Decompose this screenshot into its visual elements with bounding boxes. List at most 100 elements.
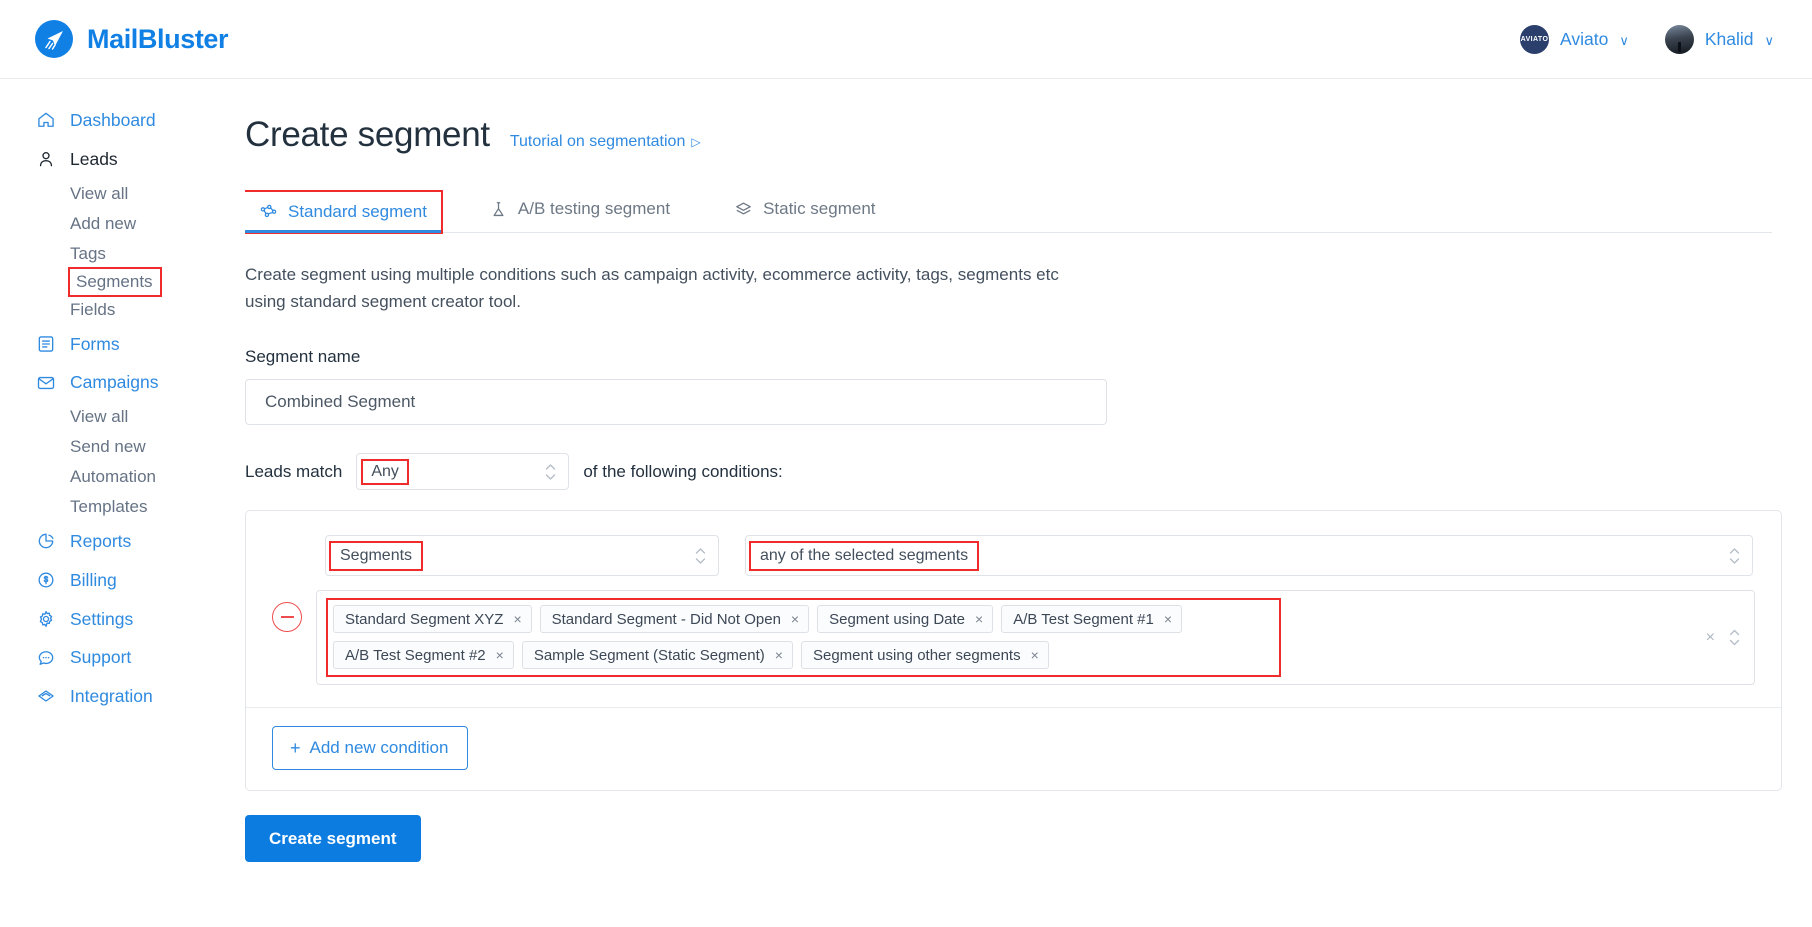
clear-all-icon[interactable]: ×	[1706, 629, 1715, 647]
sidebar-item-label: Dashboard	[70, 109, 156, 132]
chip-remove-icon[interactable]: ×	[1031, 648, 1039, 662]
sidebar-item-label: Leads	[70, 148, 118, 171]
sidebar-item-reports[interactable]: Reports	[0, 522, 245, 561]
app-header: MailBluster AVIATO Aviato ∨ Khalid ∨	[0, 0, 1812, 79]
minus-icon	[281, 616, 294, 618]
chip-remove-icon[interactable]: ×	[775, 648, 783, 662]
sidebar-item-integration[interactable]: Integration	[0, 677, 245, 716]
sidebar-sub-label: Add new	[70, 214, 136, 233]
condition-operator-value: any of the selected segments	[751, 543, 977, 569]
sidebar-item-settings[interactable]: Settings	[0, 600, 245, 639]
sidebar-item-add-new-lead[interactable]: Add new	[0, 209, 136, 239]
sidebar-item-label: Billing	[70, 569, 117, 592]
stepper-arrows-icon	[545, 463, 556, 480]
leads-match-suffix: of the following conditions:	[583, 462, 782, 482]
chip-label: A/B Test Segment #2	[345, 647, 486, 664]
tab-ab-testing-segment[interactable]: A/B testing segment	[473, 187, 686, 232]
pie-chart-icon	[36, 531, 56, 551]
brand-name: MailBluster	[87, 24, 228, 55]
segment-name-input[interactable]: Combined Segment	[245, 379, 1107, 425]
sidebar-sub-label: Send new	[70, 437, 146, 456]
chip-remove-icon[interactable]: ×	[513, 612, 521, 626]
sidebar-item-send-new[interactable]: Send new	[0, 432, 146, 462]
layers-icon	[734, 200, 753, 219]
page-title: Create segment	[245, 115, 490, 155]
remove-condition-button[interactable]	[272, 602, 302, 632]
user-icon	[36, 149, 56, 169]
sidebar-item-automation[interactable]: Automation	[0, 462, 156, 492]
sidebar-item-billing[interactable]: Billing	[0, 561, 245, 600]
home-icon	[36, 110, 56, 130]
chip-label: Standard Segment XYZ	[345, 611, 503, 628]
sidebar-item-leads[interactable]: Leads	[0, 140, 245, 179]
sidebar-item-label: Campaigns	[70, 371, 159, 394]
leads-match-prefix: Leads match	[245, 462, 342, 482]
sidebar-item-campaigns[interactable]: Campaigns	[0, 363, 245, 402]
tab-label: Static segment	[763, 199, 875, 219]
stepper-arrows-icon	[695, 547, 706, 564]
sidebar-item-templates[interactable]: Templates	[0, 492, 147, 522]
tutorial-link-label: Tutorial on segmentation	[510, 133, 686, 151]
segment-type-tabs: Standard segment A/B testing segment Sta…	[245, 187, 1772, 233]
tutorial-link[interactable]: Tutorial on segmentation ▷	[510, 133, 701, 151]
play-icon: ▷	[691, 135, 700, 149]
sidebar-item-forms[interactable]: Forms	[0, 325, 245, 364]
mailbluster-logo-icon	[34, 19, 74, 59]
chevron-down-icon: ∨	[1619, 34, 1629, 47]
org-name: Aviato	[1560, 29, 1608, 50]
chip[interactable]: A/B Test Segment #2 ×	[333, 641, 514, 669]
chip[interactable]: Segment using other segments ×	[801, 641, 1049, 669]
sidebar-item-view-all-campaigns[interactable]: View all	[0, 402, 128, 432]
chip-remove-icon[interactable]: ×	[496, 648, 504, 662]
sidebar-sub-label: View all	[70, 407, 128, 426]
chip-remove-icon[interactable]: ×	[975, 612, 983, 626]
match-type-value: Any	[363, 461, 407, 483]
flask-icon	[489, 200, 508, 219]
tab-standard-segment[interactable]: Standard segment	[245, 192, 441, 232]
chip[interactable]: Segment using Date ×	[817, 605, 993, 633]
sidebar-sub-label: Automation	[70, 467, 156, 486]
sidebar-item-support[interactable]: Support	[0, 638, 245, 677]
add-new-condition-label: Add new condition	[310, 738, 449, 758]
sidebar-sub-label: Segments	[76, 272, 153, 291]
gear-icon	[36, 609, 56, 629]
sidebar-item-view-all-leads[interactable]: View all	[0, 179, 128, 209]
stepper-arrows-icon	[1729, 547, 1740, 564]
sidebar-item-segments[interactable]: Segments	[70, 269, 160, 295]
sidebar-item-fields[interactable]: Fields	[0, 295, 115, 325]
chip[interactable]: Sample Segment (Static Segment) ×	[522, 641, 793, 669]
segment-nodes-icon	[259, 203, 278, 222]
sidebar-item-tags[interactable]: Tags	[0, 239, 106, 269]
chip[interactable]: A/B Test Segment #1 ×	[1001, 605, 1182, 633]
match-type-select[interactable]: Any	[356, 453, 569, 490]
avatar	[1665, 25, 1694, 54]
condition-field-select[interactable]: Segments	[325, 535, 719, 576]
chip[interactable]: Standard Segment - Did Not Open ×	[540, 605, 809, 633]
segments-multiselect[interactable]: Standard Segment XYZ × Standard Segment …	[316, 590, 1755, 685]
tab-static-segment[interactable]: Static segment	[718, 187, 891, 232]
sidebar-item-label: Integration	[70, 685, 153, 708]
chip[interactable]: Standard Segment XYZ ×	[333, 605, 532, 633]
sidebar-item-dashboard[interactable]: Dashboard	[0, 101, 245, 140]
stepper-arrows-icon[interactable]	[1729, 629, 1740, 646]
main-content: Create segment Tutorial on segmentation …	[245, 79, 1812, 927]
chevron-down-icon: ∨	[1764, 34, 1774, 47]
condition-field-value: Segments	[331, 543, 421, 569]
tab-label: A/B testing segment	[518, 199, 670, 219]
chip-label: Sample Segment (Static Segment)	[534, 647, 765, 664]
org-switcher-menu[interactable]: AVIATO Aviato ∨	[1520, 25, 1629, 54]
user-account-menu[interactable]: Khalid ∨	[1665, 25, 1774, 54]
chip-label: Standard Segment - Did Not Open	[552, 611, 781, 628]
chip-remove-icon[interactable]: ×	[1164, 612, 1172, 626]
add-new-condition-button[interactable]: + Add new condition	[272, 726, 468, 770]
sidebar-nav: Dashboard Leads View all Add new Tags Se…	[0, 79, 245, 927]
chip-remove-icon[interactable]: ×	[791, 612, 799, 626]
sidebar-item-label: Settings	[70, 608, 133, 631]
org-avatar: AVIATO	[1520, 25, 1549, 54]
condition-operator-select[interactable]: any of the selected segments	[745, 535, 1753, 576]
page-header: Create segment Tutorial on segmentation …	[245, 115, 1772, 155]
sidebar-sub-label: Tags	[70, 244, 106, 263]
page-description: Create segment using multiple conditions…	[245, 261, 1095, 315]
create-segment-button[interactable]: Create segment	[245, 815, 421, 862]
brand-logo[interactable]: MailBluster	[34, 19, 228, 59]
